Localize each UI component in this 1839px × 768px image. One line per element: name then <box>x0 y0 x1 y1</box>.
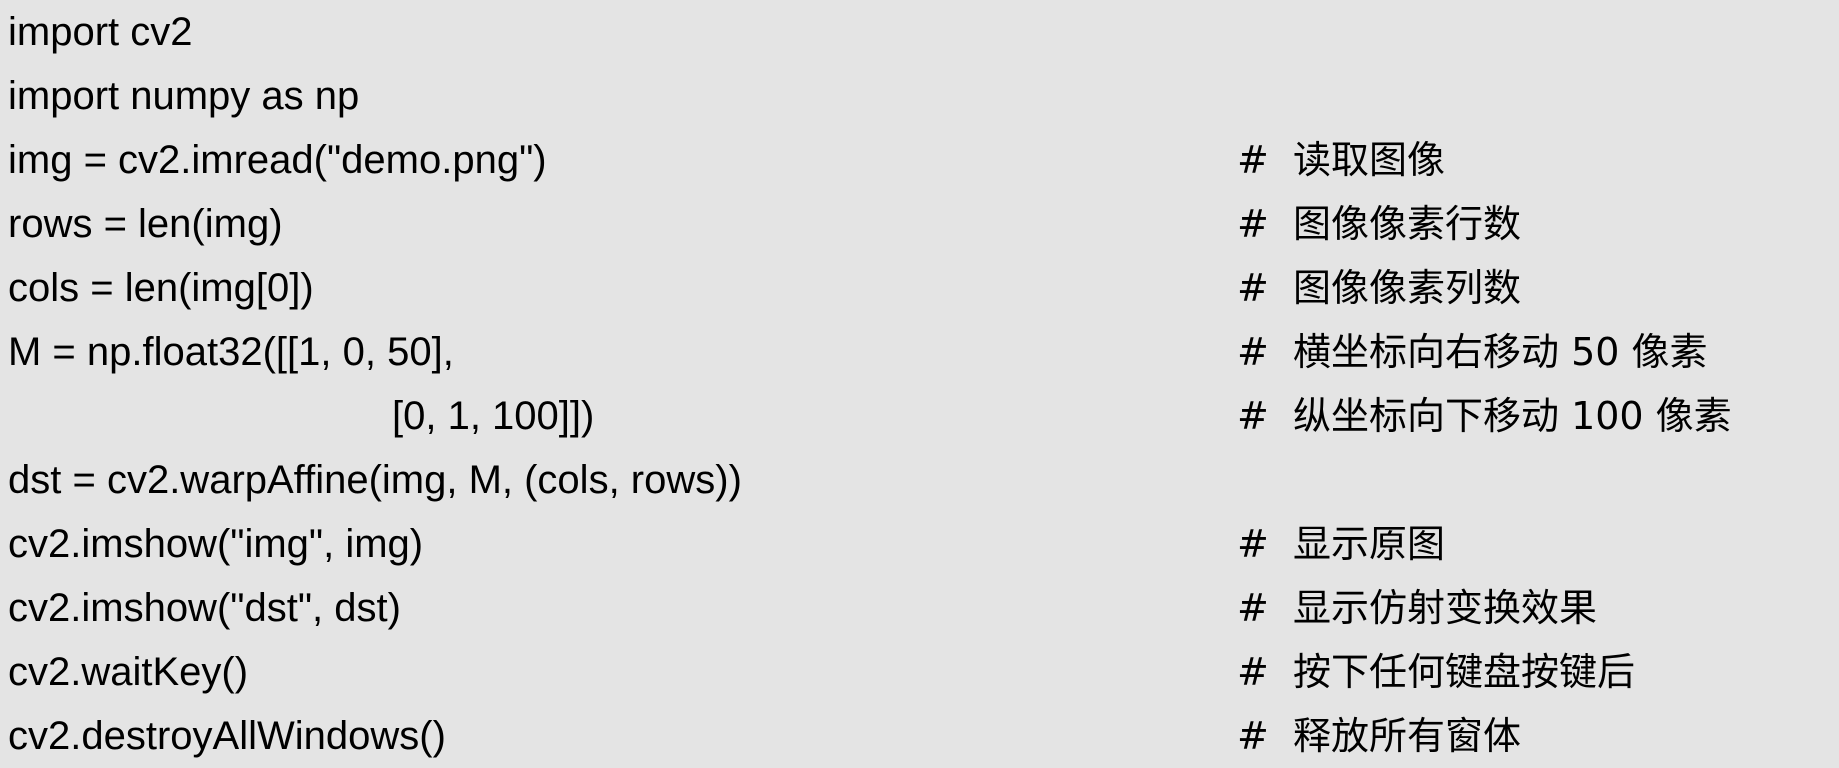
code-line: cv2.imshow("dst", dst) # 显示仿射变换效果 <box>0 576 1839 640</box>
code-line: rows = len(img) # 图像像素行数 <box>0 192 1839 256</box>
code-line: cv2.waitKey() # 按下任何键盘按键后 <box>0 640 1839 704</box>
code-text: dst = cv2.warpAffine(img, M, (cols, rows… <box>8 458 742 502</box>
code-text: M = np.float32([[1, 0, 50], <box>8 330 454 374</box>
code-comment: # 按下任何键盘按键后 <box>1237 650 1635 694</box>
code-text: import cv2 <box>8 10 193 54</box>
code-comment: # 显示原图 <box>1237 522 1445 566</box>
code-comment: # 图像像素行数 <box>1237 202 1521 246</box>
code-block: import cv2 import numpy as np img = cv2.… <box>0 0 1839 758</box>
code-line: M = np.float32([[1, 0, 50], # 横坐标向右移动 50… <box>0 320 1839 384</box>
code-line: import cv2 <box>0 0 1839 64</box>
code-text: cols = len(img[0]) <box>8 266 314 310</box>
code-text: cv2.imshow("dst", dst) <box>8 586 401 630</box>
code-text: [0, 1, 100]]) <box>392 394 595 438</box>
code-text: rows = len(img) <box>8 202 283 246</box>
code-line: cv2.imshow("img", img) # 显示原图 <box>0 512 1839 576</box>
code-text: img = cv2.imread("demo.png") <box>8 138 547 182</box>
code-line: dst = cv2.warpAffine(img, M, (cols, rows… <box>0 448 1839 512</box>
code-comment: # 图像像素列数 <box>1237 266 1521 310</box>
code-comment: # 读取图像 <box>1237 138 1445 182</box>
code-line: img = cv2.imread("demo.png") # 读取图像 <box>0 128 1839 192</box>
code-comment: # 显示仿射变换效果 <box>1237 586 1597 630</box>
code-comment: # 横坐标向右移动 50 像素 <box>1237 330 1708 374</box>
code-comment: # 释放所有窗体 <box>1237 714 1521 758</box>
code-text: cv2.imshow("img", img) <box>8 522 424 566</box>
code-line: [0, 1, 100]]) # 纵坐标向下移动 100 像素 <box>0 384 1839 448</box>
code-text: cv2.destroyAllWindows() <box>8 714 446 758</box>
code-line: import numpy as np <box>0 64 1839 128</box>
code-line: cols = len(img[0]) # 图像像素列数 <box>0 256 1839 320</box>
code-text: import numpy as np <box>8 74 360 118</box>
code-line: cv2.destroyAllWindows() # 释放所有窗体 <box>0 704 1839 768</box>
code-comment: # 纵坐标向下移动 100 像素 <box>1237 394 1732 438</box>
code-text: cv2.waitKey() <box>8 650 249 694</box>
